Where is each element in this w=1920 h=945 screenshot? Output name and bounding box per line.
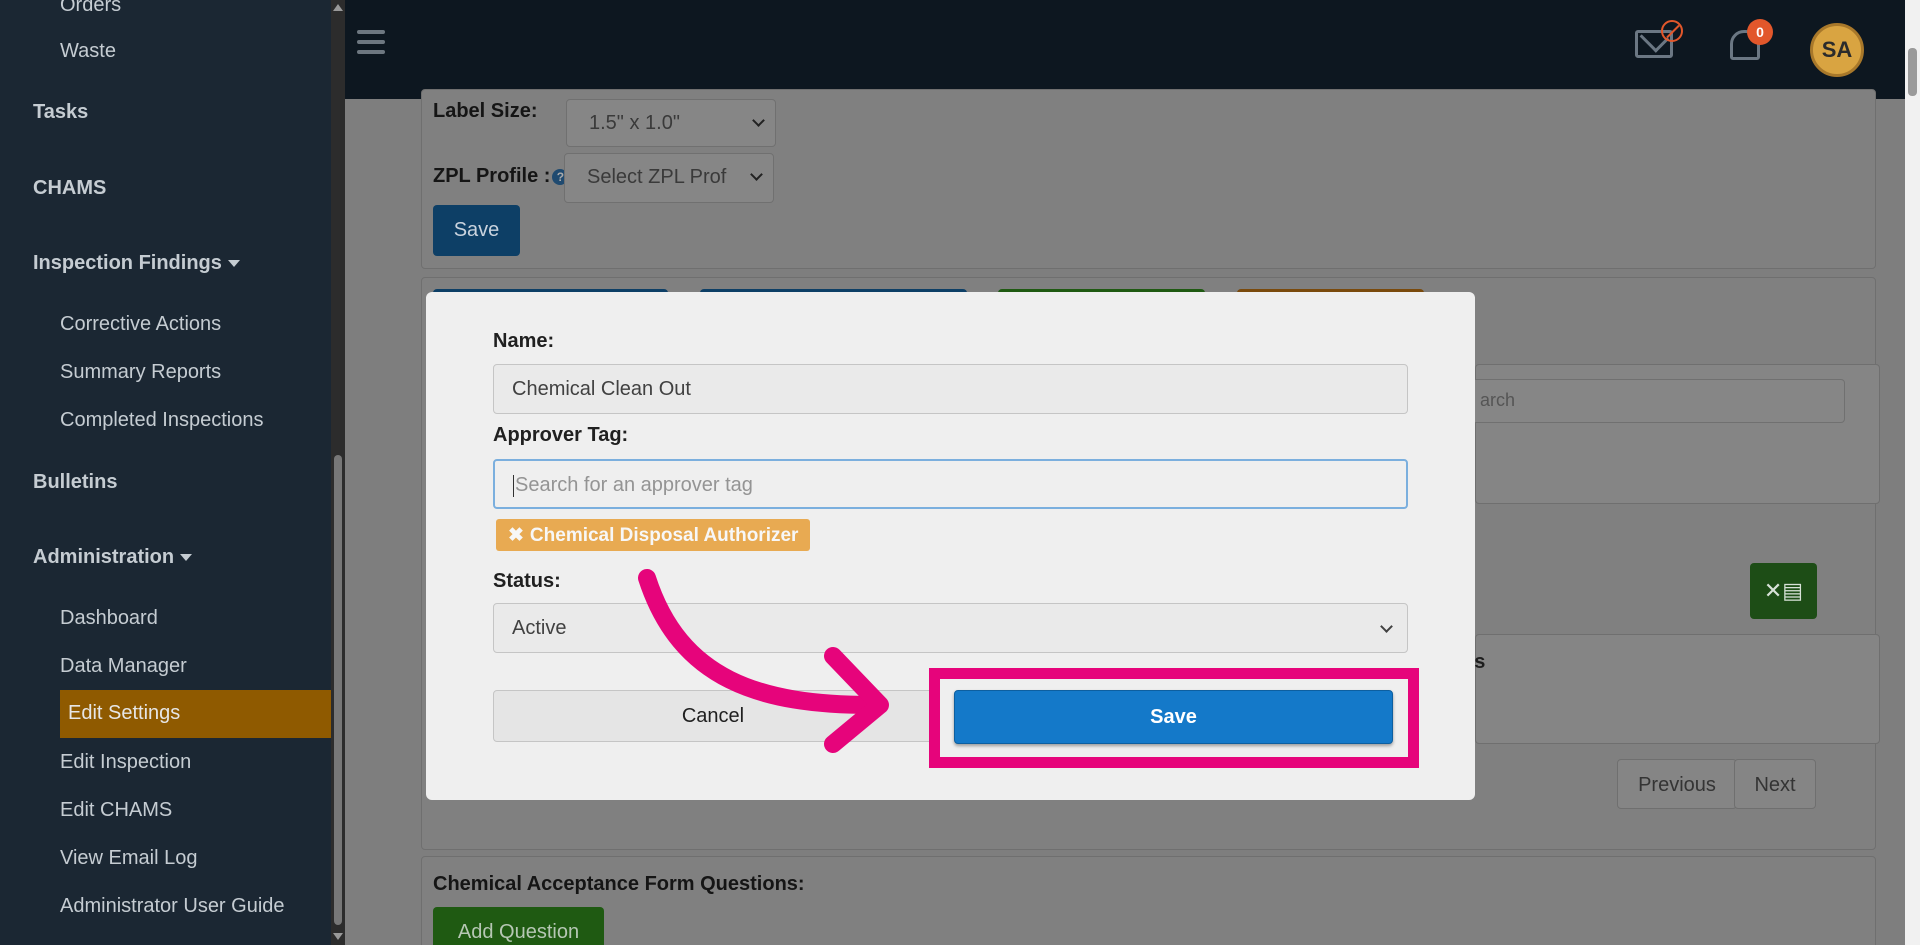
sidebar-item-administration[interactable]: Administration xyxy=(33,546,193,569)
sidebar-item-administrator-user-guide[interactable]: Administrator User Guide xyxy=(60,895,285,918)
user-avatar[interactable]: SA xyxy=(1810,23,1864,77)
label-save-button[interactable]: Save xyxy=(433,205,520,256)
questions-title: Chemical Acceptance Form Questions: xyxy=(433,873,805,895)
questions-panel xyxy=(421,856,1876,945)
sidebar-item-label: Administration xyxy=(33,546,175,568)
sidebar-item-view-email-log[interactable]: View Email Log xyxy=(60,847,197,870)
sidebar-item-label: Edit Settings xyxy=(68,702,181,724)
zpl-profile-select[interactable]: Select ZPL Prof xyxy=(564,153,774,203)
sidebar-item-dashboard[interactable]: Dashboard xyxy=(60,607,158,630)
sidebar-item-summary-reports[interactable]: Summary Reports xyxy=(60,361,221,384)
sidebar-scrollbar[interactable] xyxy=(331,0,345,945)
save-button[interactable]: Save xyxy=(954,690,1393,744)
page-scrollbar[interactable] xyxy=(1905,0,1920,945)
sidebar-item-bulletins[interactable]: Bulletins xyxy=(33,471,117,494)
sidebar-item-inspection-findings[interactable]: Inspection Findings xyxy=(33,252,240,275)
table-header-area xyxy=(1475,634,1880,744)
sidebar-item-edit-chams[interactable]: Edit CHAMS xyxy=(60,799,172,822)
notification-count-badge: 0 xyxy=(1747,19,1773,45)
sidebar-item-data-manager[interactable]: Data Manager xyxy=(60,655,187,678)
mail-disabled-icon xyxy=(1661,20,1683,42)
add-question-button[interactable]: Add Question xyxy=(433,907,604,945)
top-bar: 0 SA xyxy=(345,0,1905,99)
sidebar-scroll-thumb[interactable] xyxy=(334,455,342,925)
sidebar-item-label: Inspection Findings xyxy=(33,252,222,274)
chevron-down-icon xyxy=(750,168,763,181)
zpl-profile-value: Select ZPL Prof xyxy=(587,166,727,188)
label-size-select[interactable]: 1.5" x 1.0" xyxy=(566,99,776,147)
table-search-input[interactable]: arch xyxy=(1465,379,1845,423)
sidebar-item-orders[interactable]: Orders xyxy=(60,0,121,17)
caret-down-icon xyxy=(227,260,240,268)
chevron-down-icon xyxy=(752,114,765,127)
caret-down-icon xyxy=(180,554,193,562)
sidebar: Orders Waste Tasks CHAMS Inspection Find… xyxy=(0,0,331,945)
sidebar-item-edit-inspection[interactable]: Edit Inspection xyxy=(60,751,191,774)
label-size-value: 1.5" x 1.0" xyxy=(589,112,680,134)
previous-page-button[interactable]: Previous xyxy=(1617,759,1737,809)
sidebar-item-chams[interactable]: CHAMS xyxy=(33,177,106,200)
zpl-profile-label: ZPL Profile :? xyxy=(433,165,569,188)
label-size-label: Label Size: xyxy=(433,100,538,122)
sidebar-item-corrective-actions[interactable]: Corrective Actions xyxy=(60,313,221,336)
excel-export-icon[interactable]: ✕▤ xyxy=(1750,563,1817,619)
sidebar-item-edit-settings[interactable]: Edit Settings xyxy=(60,690,331,738)
hamburger-menu-icon[interactable] xyxy=(357,30,385,60)
scroll-down-icon[interactable] xyxy=(333,933,343,940)
sidebar-item-tasks[interactable]: Tasks xyxy=(33,101,88,124)
zpl-profile-text: ZPL Profile : xyxy=(433,165,551,187)
sidebar-item-completed-inspections[interactable]: Completed Inspections xyxy=(60,409,263,432)
scroll-up-icon[interactable] xyxy=(333,4,343,11)
page-scroll-thumb[interactable] xyxy=(1908,48,1917,96)
sidebar-item-waste[interactable]: Waste xyxy=(60,40,116,63)
next-page-button[interactable]: Next xyxy=(1734,759,1816,809)
